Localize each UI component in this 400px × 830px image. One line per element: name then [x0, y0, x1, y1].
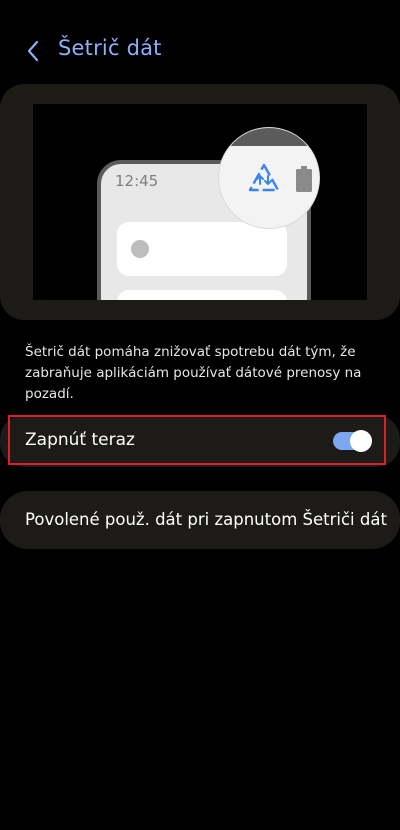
notification-card — [117, 290, 287, 300]
phone-time: 12:45 — [115, 172, 159, 190]
switch-knob — [350, 430, 372, 452]
magnifier-circle — [219, 128, 319, 228]
back-button[interactable] — [18, 34, 48, 68]
notification-card — [117, 222, 287, 276]
battery-icon — [296, 166, 312, 192]
illustration-canvas: 12:45 — [33, 104, 367, 300]
allowed-data-usage-label: Povolené použ. dát pri zapnutom Šetriči … — [25, 510, 387, 529]
turn-on-now-label: Zapnúť teraz — [25, 430, 135, 450]
description-text: Šetrič dát pomáha znižovať spotrebu dát … — [25, 344, 362, 402]
screen: Šetrič dát 12:45 Šetrič dát pomáha znižo… — [0, 0, 400, 830]
allowed-data-usage-row[interactable]: Povolené použ. dát pri zapnutom Šetriči … — [0, 491, 400, 549]
status-bar-strip — [219, 128, 319, 146]
data-saver-switch[interactable] — [333, 429, 372, 452]
app-header: Šetrič dát — [0, 28, 400, 74]
turn-on-now-row[interactable]: Zapnúť teraz — [0, 415, 400, 467]
chevron-left-icon — [27, 40, 39, 62]
page-title: Šetrič dát — [58, 36, 162, 60]
illustration-card: 12:45 — [0, 84, 400, 320]
notification-dot — [131, 240, 149, 258]
data-saver-icon — [248, 163, 280, 192]
